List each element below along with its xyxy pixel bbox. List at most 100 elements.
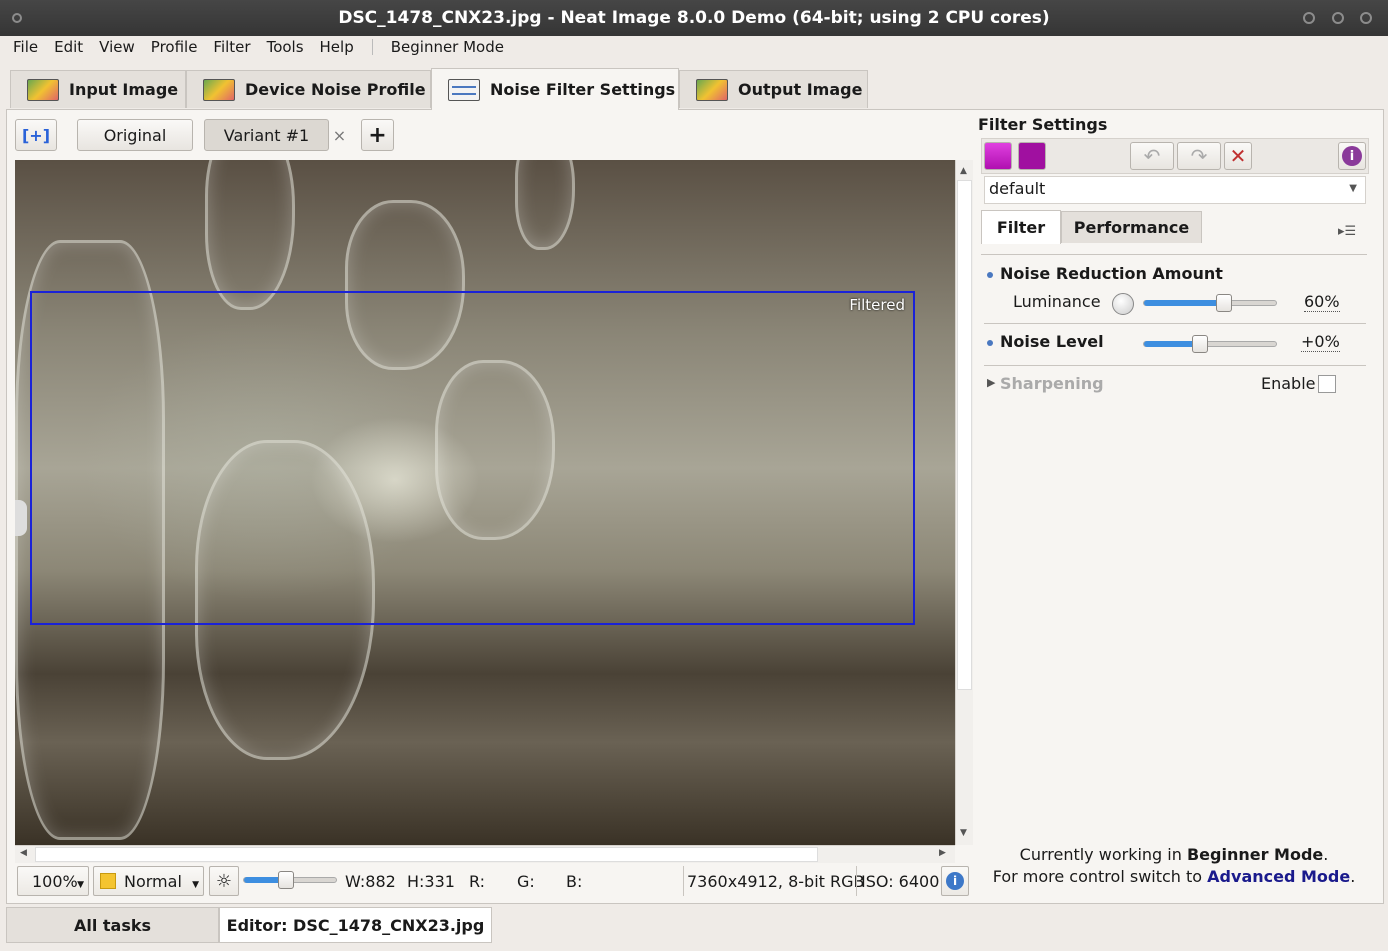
redo-icon[interactable]: ↷ xyxy=(1177,142,1221,170)
sharpening-enable-checkbox[interactable] xyxy=(1318,375,1336,393)
fit-area-icon: [+] xyxy=(21,125,51,145)
mode-notice-line2: For more control switch to Advanced Mode… xyxy=(992,867,1356,886)
tab-device-noise-profile[interactable]: Device Noise Profile xyxy=(186,70,431,108)
info-button[interactable]: i xyxy=(941,866,969,896)
blue-readout: B: xyxy=(566,872,583,891)
menu-profile[interactable]: Profile xyxy=(143,37,206,57)
undo-icon[interactable]: ↶ xyxy=(1130,142,1174,170)
dropdown-arrow-icon: ▼ xyxy=(192,880,199,890)
luminance-slider-fill xyxy=(1144,300,1224,306)
tab-editor[interactable]: Editor: DSC_1478_CNX23.jpg xyxy=(219,907,492,943)
filter-settings-panel: Filter Settings ↶ ↷ ✕ i default ▼ Filter … xyxy=(978,110,1384,905)
image-icon xyxy=(27,78,59,101)
scroll-thumb-horizontal[interactable] xyxy=(35,847,818,862)
section-divider xyxy=(984,365,1366,366)
dropdown-arrow-icon: ▼ xyxy=(77,880,84,890)
height-readout: H:331 xyxy=(407,872,455,891)
sharpening-header[interactable]: Sharpening xyxy=(1000,374,1104,393)
original-button[interactable]: Original xyxy=(77,119,193,151)
fit-preview-button[interactable]: [+] xyxy=(15,119,57,151)
advanced-mode-link[interactable]: Advanced Mode xyxy=(1207,867,1350,886)
crystal-shape xyxy=(515,160,575,250)
reset-icon[interactable]: ✕ xyxy=(1224,142,1252,170)
tab-all-tasks[interactable]: All tasks xyxy=(6,907,219,943)
scroll-right-icon[interactable]: ▶ xyxy=(939,848,946,858)
horizontal-scrollbar[interactable]: ◀ ▶ xyxy=(15,845,955,863)
info-icon: i xyxy=(946,872,964,890)
tab-output-image[interactable]: Output Image xyxy=(679,70,868,108)
save-icon[interactable] xyxy=(1018,142,1046,170)
noise-level-slider[interactable] xyxy=(1143,335,1277,353)
scroll-down-icon[interactable]: ▼ xyxy=(960,828,967,838)
profile-icon xyxy=(203,78,235,101)
tab-menu-icon[interactable]: ▸☰ xyxy=(1338,224,1356,239)
panel-title: Filter Settings xyxy=(978,115,1108,134)
noise-reduction-header: Noise Reduction Amount xyxy=(1000,264,1223,283)
luminance-value[interactable]: 60% xyxy=(1304,292,1340,312)
color-swatch-icon xyxy=(100,873,116,889)
dropdown-arrow-icon: ▼ xyxy=(1349,183,1357,194)
noise-level-header: Noise Level xyxy=(1000,332,1104,351)
sun-icon: ☼ xyxy=(215,870,233,892)
noise-level-slider-knob[interactable] xyxy=(1192,335,1208,353)
section-divider xyxy=(981,254,1367,255)
open-folder-icon[interactable] xyxy=(984,142,1012,170)
minimize-icon[interactable] xyxy=(1303,12,1315,24)
menu-separator xyxy=(371,39,373,55)
tab-input-image[interactable]: Input Image xyxy=(10,70,186,108)
brightness-slider-knob[interactable] xyxy=(278,871,294,889)
close-window-icon[interactable] xyxy=(1360,12,1372,24)
scroll-thumb[interactable] xyxy=(957,180,972,690)
menu-filter[interactable]: Filter xyxy=(205,37,258,57)
luminance-slider-knob[interactable] xyxy=(1216,294,1232,312)
filtered-region-box[interactable]: Filtered xyxy=(30,291,915,625)
green-readout: G: xyxy=(517,872,535,891)
scroll-left-icon[interactable]: ◀ xyxy=(20,848,27,858)
info-button[interactable]: i xyxy=(1338,142,1366,170)
menu-edit[interactable]: Edit xyxy=(46,37,91,57)
status-divider xyxy=(683,866,684,896)
status-row: 100% ▼ Normal ▼ ☼ W:882 H:331 R: G: B: 736… xyxy=(15,866,973,896)
luminance-slider[interactable] xyxy=(1143,294,1277,312)
info-icon: i xyxy=(1342,146,1362,166)
close-variant-icon[interactable]: × xyxy=(330,119,349,151)
luminance-reset-icon[interactable] xyxy=(1112,293,1134,315)
variant-1-button[interactable]: Variant #1 xyxy=(204,119,329,151)
red-readout: R: xyxy=(469,872,486,891)
zoom-select[interactable]: 100% ▼ xyxy=(17,866,89,896)
window-title: DSC_1478_CNX23.jpg - Neat Image 8.0.0 De… xyxy=(338,8,1050,28)
crystal-shape xyxy=(205,160,295,310)
preset-select[interactable]: default ▼ xyxy=(984,176,1366,204)
maximize-icon[interactable] xyxy=(1332,12,1344,24)
menu-beginner-mode[interactable]: Beginner Mode xyxy=(383,37,512,57)
section-divider xyxy=(984,323,1366,324)
menu-tools[interactable]: Tools xyxy=(259,37,312,57)
menu-view[interactable]: View xyxy=(91,37,143,57)
vertical-scrollbar[interactable]: ▲ ▼ xyxy=(955,160,973,845)
mode-notice-line1: Currently working in Beginner Mode. xyxy=(1019,845,1329,864)
side-expand-handle[interactable] xyxy=(15,500,27,536)
section-bullet-icon xyxy=(987,340,993,346)
tab-filter[interactable]: Filter xyxy=(981,210,1061,244)
status-divider xyxy=(856,866,857,896)
expand-arrow-icon[interactable]: ▶ xyxy=(987,376,995,389)
add-variant-button[interactable]: + xyxy=(361,119,394,151)
menu-file[interactable]: File xyxy=(5,37,46,57)
view-mode-select[interactable]: Normal ▼ xyxy=(93,866,204,896)
scroll-up-icon[interactable]: ▲ xyxy=(960,166,967,176)
filtered-label: Filtered xyxy=(849,296,905,314)
tab-performance[interactable]: Performance xyxy=(1061,211,1202,243)
image-icon xyxy=(696,78,728,101)
width-readout: W:882 xyxy=(345,872,396,891)
brightness-slider[interactable] xyxy=(243,871,337,889)
menu-help[interactable]: Help xyxy=(312,37,362,57)
bottom-tab-bar: All tasks Editor: DSC_1478_CNX23.jpg xyxy=(0,905,1388,951)
noise-level-value[interactable]: +0% xyxy=(1301,332,1340,352)
title-bar: DSC_1478_CNX23.jpg - Neat Image 8.0.0 De… xyxy=(0,0,1388,36)
window-menu-icon[interactable] xyxy=(12,13,22,23)
brightness-button[interactable]: ☼ xyxy=(209,866,239,896)
tab-noise-filter-settings[interactable]: Noise Filter Settings xyxy=(431,68,679,110)
luminance-label: Luminance xyxy=(1013,292,1101,311)
image-info: 7360x4912, 8-bit RGB xyxy=(687,872,865,891)
iso-readout: ISO: 6400 xyxy=(861,872,940,891)
